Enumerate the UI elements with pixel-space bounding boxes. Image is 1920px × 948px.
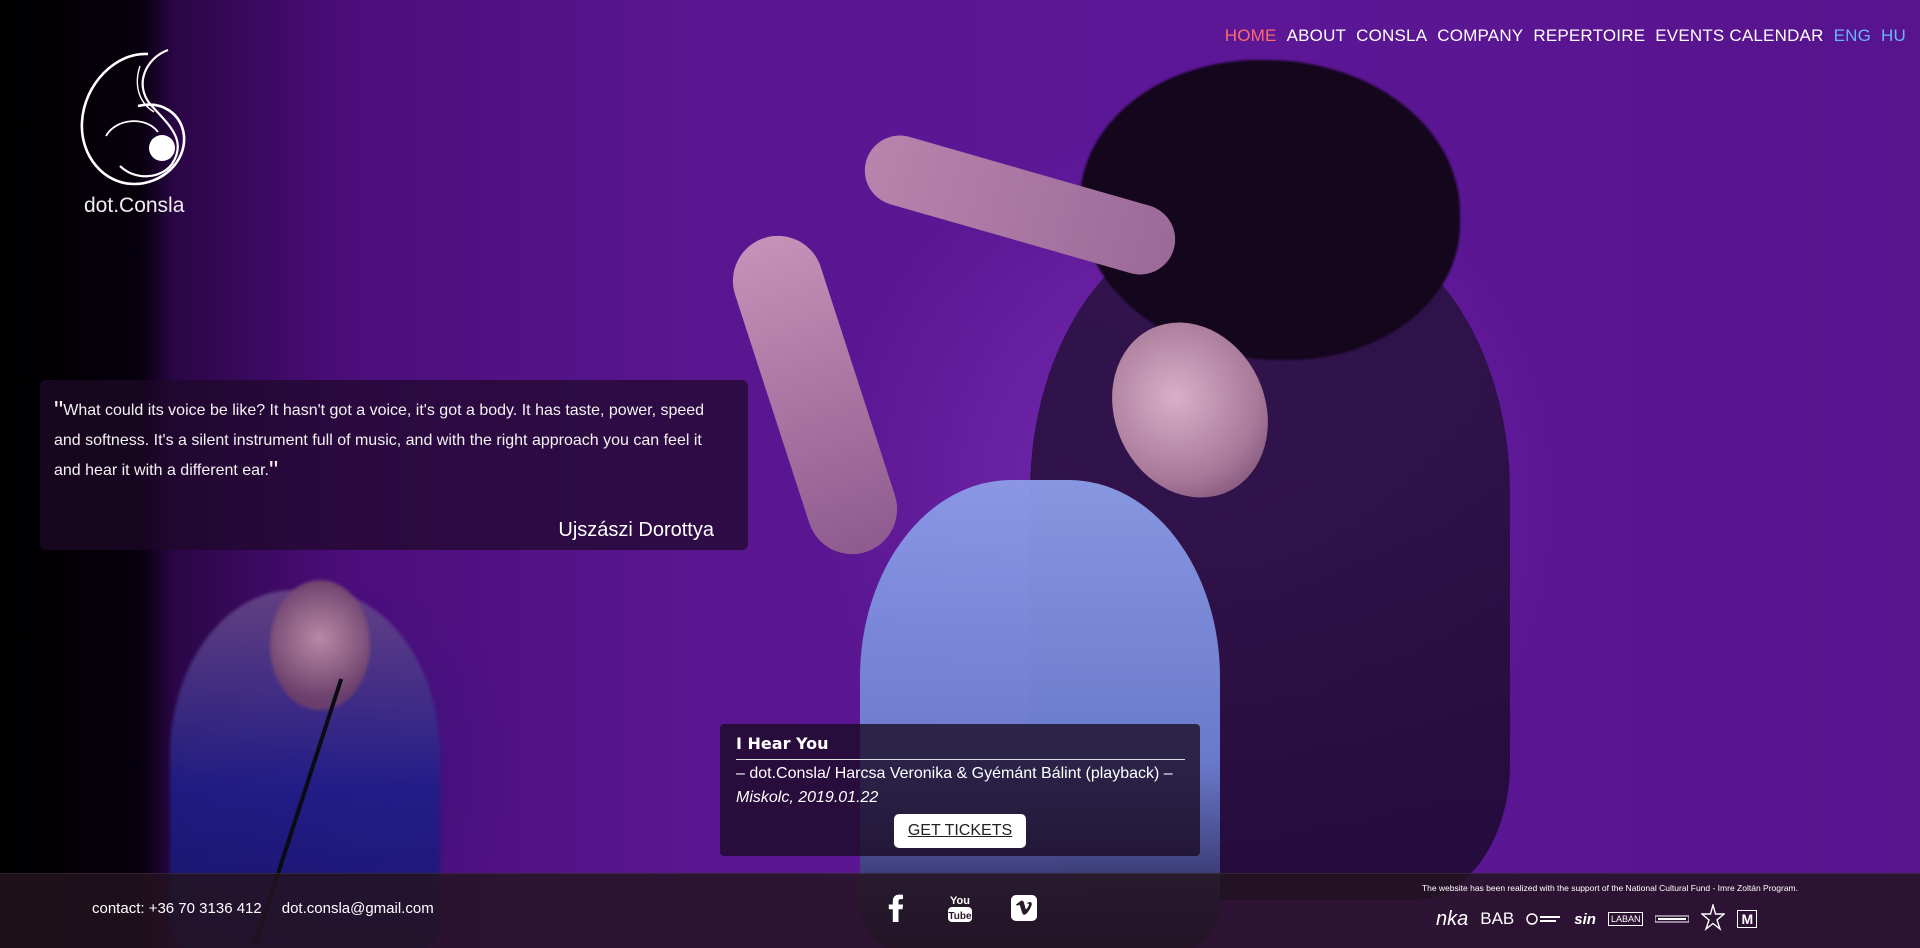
youtube-logo-word: You bbox=[950, 895, 970, 907]
funding-notice: The website has been realized with the s… bbox=[1421, 883, 1798, 893]
quote-box: "What could its voice be like? It hasn't… bbox=[40, 380, 748, 550]
language-english[interactable]: ENG bbox=[1834, 26, 1871, 46]
sponsor-logos: nka BAB sin LABAN M bbox=[1436, 904, 1758, 934]
nav-item-about[interactable]: ABOUT bbox=[1287, 26, 1347, 46]
laban-logo: LABAN bbox=[1607, 912, 1644, 926]
svg-text:Tube: Tube bbox=[948, 911, 972, 922]
contact-email-link[interactable]: dot.consla@gmail.com bbox=[282, 900, 434, 917]
vimeo-icon[interactable] bbox=[1008, 888, 1040, 928]
event-performers: – dot.Consla/ Harcsa Veronika & Gyémánt … bbox=[736, 765, 1173, 782]
contact-info: contact: +36 70 3136 412 dot.consla@gmai… bbox=[92, 900, 434, 917]
contact-phone: contact: +36 70 3136 412 bbox=[92, 900, 262, 917]
m-logo: M bbox=[1737, 910, 1758, 928]
nav-item-events-calendar[interactable]: EVENTS CALENDAR bbox=[1655, 26, 1823, 46]
nav-item-home[interactable]: HOME bbox=[1225, 26, 1277, 46]
sponsor-bar-logo bbox=[1655, 914, 1690, 924]
event-title: I Hear You bbox=[736, 734, 1185, 760]
upcoming-event-box: I Hear You – dot.Consla/ Harcsa Veronika… bbox=[720, 724, 1200, 856]
site-logo[interactable]: dot.Consla bbox=[76, 44, 196, 224]
quote-author: Ujszászi Dorottya bbox=[558, 519, 714, 541]
social-links: You Tube bbox=[880, 888, 1040, 928]
language-hungarian[interactable]: HU bbox=[1881, 26, 1906, 46]
singer-head bbox=[270, 580, 370, 710]
nka-logo: nka bbox=[1436, 907, 1469, 930]
m-logo-letter: M bbox=[1741, 911, 1754, 927]
event-location-date: Miskolc, 2019.01.22 bbox=[736, 789, 879, 806]
quote-body: What could its voice be like? It hasn't … bbox=[54, 402, 705, 479]
nav-item-company[interactable]: COMPANY bbox=[1437, 26, 1523, 46]
logo-emblem-icon bbox=[80, 48, 186, 186]
quote-open-mark: " bbox=[54, 395, 64, 425]
site-footer: contact: +36 70 3136 412 dot.consla@gmai… bbox=[0, 873, 1920, 948]
nav-item-repertoire[interactable]: REPERTOIRE bbox=[1533, 26, 1645, 46]
get-tickets-button[interactable]: GET TICKETS bbox=[894, 814, 1026, 848]
sponsor-star-logo bbox=[1701, 904, 1726, 934]
youtube-icon[interactable]: You Tube bbox=[944, 888, 976, 928]
quote-close-mark: " bbox=[268, 455, 279, 485]
facebook-icon[interactable] bbox=[880, 888, 912, 928]
sin-logo: sin bbox=[1574, 910, 1596, 928]
logo-wordmark: dot.Consla bbox=[84, 194, 185, 217]
nav-item-consla[interactable]: CONSLA bbox=[1356, 26, 1427, 46]
main-navigation: HOME ABOUT CONSLA COMPANY REPERTOIRE EVE… bbox=[1225, 26, 1906, 46]
sponsor-circle-logo bbox=[1526, 912, 1562, 926]
bab-logo: BAB bbox=[1480, 909, 1515, 928]
quote-text: "What could its voice be like? It hasn't… bbox=[54, 396, 728, 486]
